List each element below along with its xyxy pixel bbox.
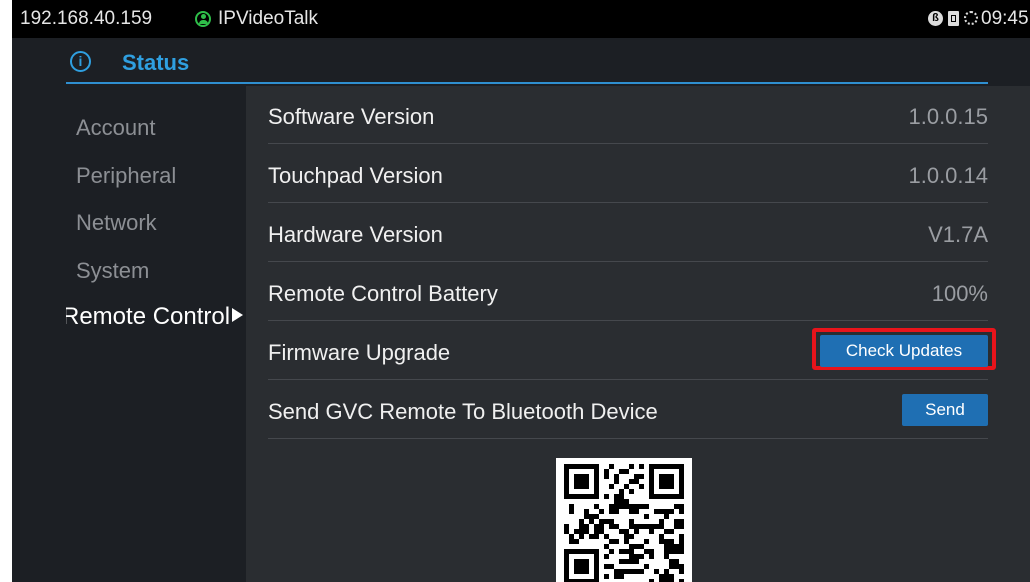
sidebar-item-system[interactable]: System [76, 258, 149, 284]
row-touchpad-version: Touchpad Version 1.0.0.14 [268, 145, 988, 203]
row-label: Send GVC Remote To Bluetooth Device [268, 399, 658, 424]
status-content-panel: Software Version 1.0.0.15 Touchpad Versi… [246, 86, 1030, 582]
sidebar-item-account[interactable]: Account [76, 115, 156, 141]
row-value: 1.0.0.15 [908, 104, 988, 129]
device-screen: 192.168.40.159 IPVideoTalk ß 09:45 i Sta… [12, 0, 1030, 582]
row-label: Hardware Version [268, 222, 443, 247]
send-button[interactable]: Send [902, 394, 988, 426]
clock: 09:45 [981, 8, 1029, 29]
row-value: 1.0.0.14 [908, 163, 988, 188]
sidebar-item-label: Remote Control [66, 303, 231, 330]
ipvideotalk-icon [195, 11, 211, 27]
row-value: 100% [931, 281, 988, 306]
row-send-gvc-remote: Send GVC Remote To Bluetooth Device Send [268, 381, 988, 439]
status-bar: 192.168.40.159 IPVideoTalk ß 09:45 [12, 0, 1030, 38]
page-title: Status [122, 50, 190, 75]
sidebar-item-peripheral[interactable]: Peripheral [76, 163, 176, 189]
row-firmware-upgrade: Firmware Upgrade Check Updates [268, 322, 996, 380]
sidebar-item-network[interactable]: Network [76, 210, 157, 236]
header-divider [66, 82, 988, 84]
page-header: i Status [12, 38, 1030, 84]
app-name: IPVideoTalk [218, 8, 318, 29]
row-hardware-version: Hardware Version V1.7A [268, 204, 988, 262]
sidebar: Account Peripheral Network System Remote… [66, 86, 246, 582]
ip-address: 192.168.40.159 [20, 8, 153, 29]
sync-icon [964, 11, 978, 25]
row-label: Software Version [268, 104, 435, 129]
row-label: Firmware Upgrade [268, 340, 451, 365]
row-remote-control-battery: Remote Control Battery 100% [268, 263, 988, 321]
qr-code [556, 458, 692, 582]
sim-card-icon [948, 11, 959, 26]
qr-code-graphic [564, 464, 684, 582]
row-software-version: Software Version 1.0.0.15 [268, 86, 988, 144]
check-updates-button[interactable]: Check Updates [820, 335, 988, 367]
bluetooth-icon: ß [928, 11, 943, 26]
row-label: Remote Control Battery [268, 281, 498, 306]
selected-arrow-icon [232, 308, 243, 322]
info-icon: i [70, 51, 91, 72]
sidebar-item-remote-control[interactable]: Remote Control [66, 294, 246, 338]
row-label: Touchpad Version [268, 163, 443, 188]
row-value: V1.7A [928, 222, 988, 247]
